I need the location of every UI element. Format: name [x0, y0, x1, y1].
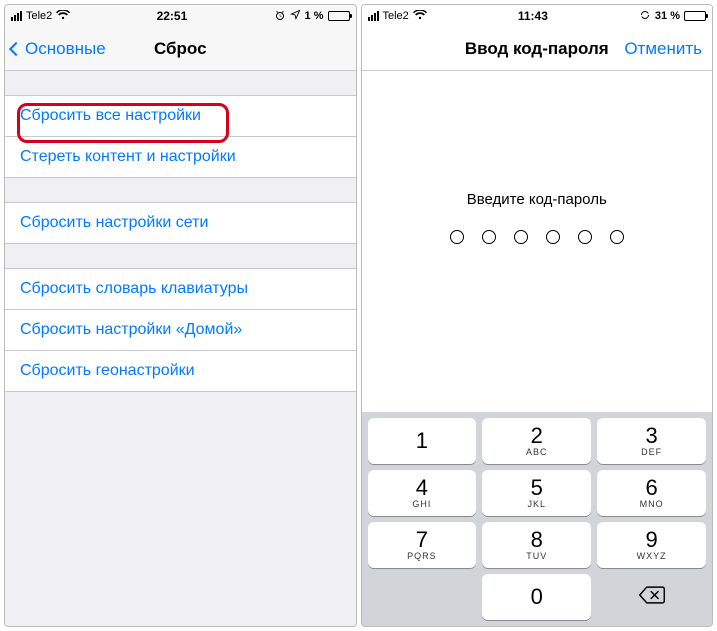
signal-icon [368, 11, 379, 21]
settings-group-3: Сбросить словарь клавиатуры Сбросить нас… [5, 268, 356, 392]
reset-network-settings-row[interactable]: Сбросить настройки сети [5, 203, 356, 243]
passcode-dots [450, 230, 624, 244]
status-time: 22:51 [157, 9, 188, 23]
carrier-label: Tele2 [383, 10, 409, 22]
backspace-icon [638, 585, 666, 610]
back-button[interactable]: Основные [11, 27, 106, 70]
settings-group-1: Сбросить все настройки Стереть контент и… [5, 95, 356, 178]
key-4[interactable]: 4GHI [368, 470, 477, 516]
carrier-label: Tele2 [26, 10, 52, 22]
battery-icon [328, 11, 350, 21]
erase-all-content-row[interactable]: Стереть контент и настройки [5, 137, 356, 177]
key-6[interactable]: 6MNO [597, 470, 706, 516]
passcode-dot [610, 230, 624, 244]
status-time: 11:43 [518, 9, 548, 23]
key-2[interactable]: 2ABC [482, 418, 591, 464]
key-1[interactable]: 1 [368, 418, 477, 464]
reset-keyboard-dictionary-row[interactable]: Сбросить словарь клавиатуры [5, 269, 356, 310]
status-bar: Tele2 22:51 1 % [5, 5, 356, 27]
wifi-icon [56, 9, 70, 23]
cancel-button[interactable]: Отменить [624, 27, 702, 70]
wifi-icon [413, 9, 427, 23]
sync-icon [639, 9, 651, 24]
battery-icon [684, 11, 706, 21]
passcode-dot [546, 230, 560, 244]
nav-bar: Основные Сброс [5, 27, 356, 71]
signal-icon [11, 11, 22, 21]
alarm-icon [274, 9, 286, 24]
passcode-area: Введите код-пароль [362, 71, 713, 412]
status-bar: Tele2 11:43 31 % [362, 5, 713, 27]
page-title: Сброс [154, 39, 207, 59]
passcode-dot [450, 230, 464, 244]
nav-bar: Ввод код-пароля Отменить [362, 27, 713, 71]
passcode-dot [578, 230, 592, 244]
location-icon [290, 9, 301, 23]
settings-group-2: Сбросить настройки сети [5, 202, 356, 244]
key-blank [368, 574, 477, 620]
passcode-prompt: Введите код-пароль [467, 191, 607, 208]
back-label: Основные [25, 39, 106, 59]
chevron-left-icon [9, 41, 23, 55]
phone-right-passcode-entry: Tele2 11:43 31 % Ввод код-пароля Отменит… [361, 4, 714, 627]
key-7[interactable]: 7PQRS [368, 522, 477, 568]
reset-all-settings-row[interactable]: Сбросить все настройки [5, 96, 356, 137]
key-0[interactable]: 0 [482, 574, 591, 620]
key-3[interactable]: 3DEF [597, 418, 706, 464]
key-9[interactable]: 9WXYZ [597, 522, 706, 568]
key-8[interactable]: 8TUV [482, 522, 591, 568]
key-5[interactable]: 5JKL [482, 470, 591, 516]
reset-location-settings-row[interactable]: Сбросить геонастройки [5, 351, 356, 391]
passcode-dot [514, 230, 528, 244]
reset-home-layout-row[interactable]: Сбросить настройки «Домой» [5, 310, 356, 351]
battery-percent: 31 % [655, 10, 680, 22]
passcode-dot [482, 230, 496, 244]
battery-percent: 1 % [305, 10, 324, 22]
page-title: Ввод код-пароля [465, 39, 609, 59]
key-backspace[interactable] [597, 574, 706, 620]
phone-left-settings-reset: Tele2 22:51 1 % Основные Сброс Сбросить … [4, 4, 357, 627]
numeric-keypad: 1 2ABC 3DEF 4GHI 5JKL 6MNO 7PQRS 8TUV 9W… [362, 412, 713, 626]
